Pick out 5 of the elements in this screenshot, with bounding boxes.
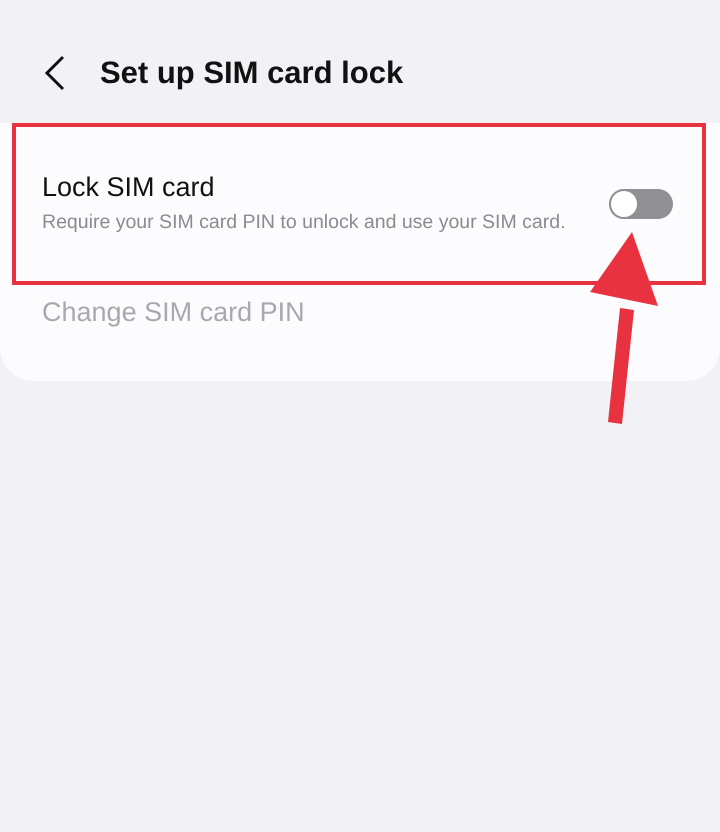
back-icon[interactable] [44, 55, 66, 91]
page-title: Set up SIM card lock [100, 55, 404, 91]
setting-description: Require your SIM card PIN to unlock and use your SIM card. [42, 210, 566, 235]
setting-title[interactable]: Lock SIM card [42, 172, 609, 203]
toggle-switch[interactable] [609, 189, 673, 219]
